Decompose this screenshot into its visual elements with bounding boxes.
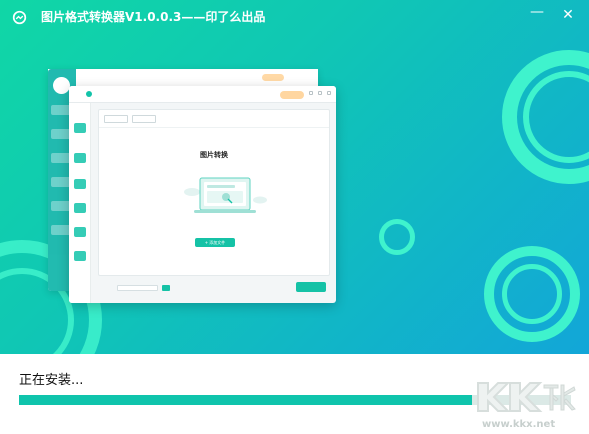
preview-sidebar-icon [74,227,86,237]
preview-add-file-button: + 添加文件 [195,238,235,247]
close-icon: ✕ [562,7,574,23]
app-logo-icon [12,10,27,25]
preview-output-path [117,285,158,291]
minimize-button[interactable]: — [528,3,546,21]
preview-illustration [184,177,267,213]
window-title: 图片格式转换器V1.0.0.3——印了么出品 [41,10,266,24]
watermark-logo [477,382,576,412]
close-button[interactable]: ✕ [559,6,577,24]
preview-sidebar-icon [74,251,86,261]
preview-avatar [53,77,70,94]
preview-window-control [318,91,322,95]
preview-front-window: 图片转换 + 添加文件 [69,86,336,303]
preview-vip-badge [280,91,304,99]
preview-sidebar-icon [74,153,86,163]
preview-start-button [296,282,326,292]
preview-divider [99,127,329,128]
preview-bottom-bar [98,281,330,299]
decor-ring [502,264,562,324]
preview-sidebar-icon [74,123,86,133]
preview-logo-icon [86,91,92,97]
hero-banner: 图片格式转换器V1.0.0.3——印了么出品 — ✕ 图片转换 + 添加文件 [0,0,589,354]
preview-tab [104,115,128,123]
minimize-icon: — [530,4,544,20]
preview-window-control [309,91,313,95]
preview-heading: 图片转换 [200,151,228,159]
preview-sidebar-icon [74,203,86,213]
decor-ring [379,219,415,255]
preview-titlebar [69,86,336,103]
watermark-url: www.kkx.net [482,419,556,430]
preview-badge [262,74,284,81]
preview-tab [132,115,156,123]
preview-sidebar-icon [74,179,86,189]
install-status-text: 正在安装... [19,373,84,388]
preview-main-panel: 图片转换 + 添加文件 [98,109,330,276]
install-progress-fill [19,395,472,405]
preview-sidebar [69,103,91,303]
preview-browse-button [162,285,170,291]
preview-window-control [327,91,331,95]
